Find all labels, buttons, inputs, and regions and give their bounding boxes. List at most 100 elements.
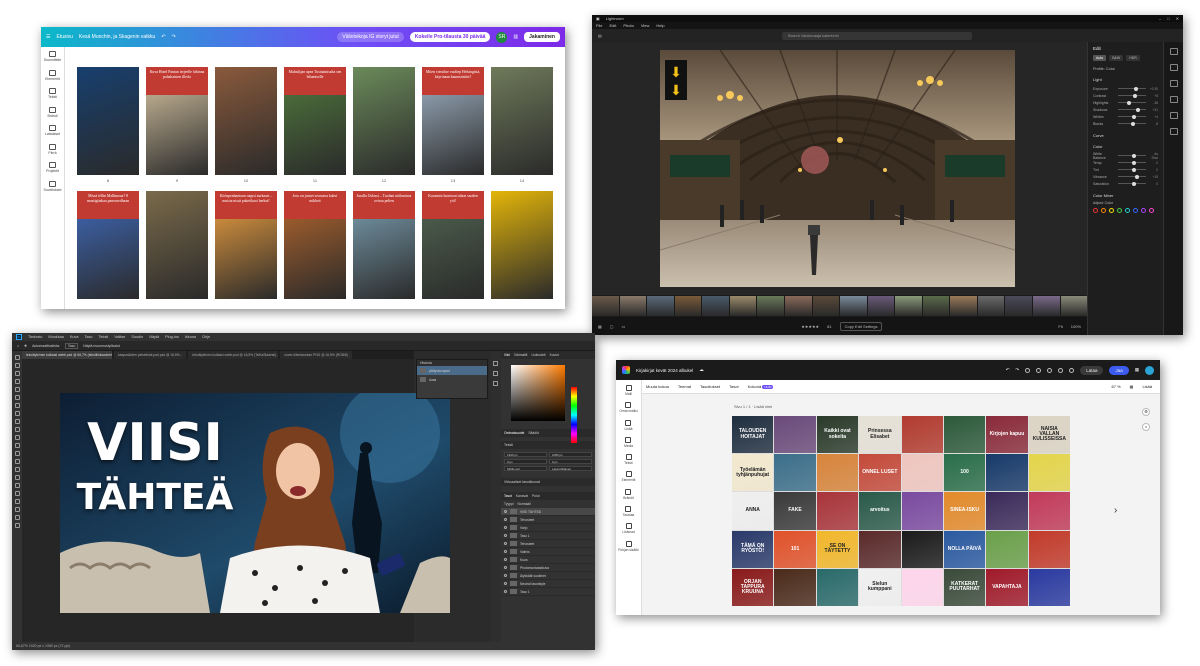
slider-knob[interactable] (1132, 167, 1136, 172)
light-section[interactable]: Light (1093, 77, 1158, 82)
book-cover[interactable]: ORJAN TAPPURA KRUUNA (732, 568, 774, 606)
page-thumbnail[interactable] (77, 67, 139, 175)
square-grid-icon[interactable]: ▢ (610, 324, 614, 329)
slider-knob[interactable] (1132, 153, 1136, 158)
move-tool-icon[interactable]: ✥ (24, 344, 27, 348)
tool-icon[interactable] (14, 523, 20, 528)
book-cover[interactable] (943, 416, 986, 454)
filmstrip-thumbnail[interactable] (729, 296, 757, 316)
sidebar-item[interactable]: Lisäosat (622, 523, 635, 534)
page-label[interactable]: Sivu 1 / 1 · Lisää nimi (734, 404, 772, 409)
tool-icon[interactable] (14, 499, 20, 504)
menu-help[interactable]: Help (656, 23, 664, 28)
filmstrip-thumbnail[interactable] (647, 296, 674, 316)
tool-icon[interactable] (14, 363, 20, 368)
book-cover[interactable]: NAISIA VALLAN KULISSEISSA (1028, 416, 1070, 454)
sidebar-item-brand[interactable]: Brändi (47, 106, 58, 119)
sidebar-item[interactable]: Omat mallisi (619, 402, 638, 413)
tab-properties[interactable]: Ominaisuudet (504, 431, 524, 435)
filmstrip-thumbnail[interactable] (1033, 296, 1060, 316)
tool-icon[interactable] (14, 459, 20, 464)
eye-icon[interactable] (504, 510, 507, 513)
menu-item[interactable]: Valitse (114, 335, 125, 339)
more-icon[interactable] (1069, 367, 1075, 373)
filmstrip-thumbnail[interactable] (619, 296, 647, 316)
book-cover[interactable]: SINEA-ISKU (943, 492, 986, 530)
book-cover[interactable]: 101 (774, 530, 816, 568)
maximize-icon[interactable]: □ (1167, 16, 1169, 21)
chart-icon[interactable]: ▥ (513, 34, 518, 40)
color-swatch[interactable] (1149, 208, 1154, 213)
layer-kind-filter[interactable]: Tyyppi (504, 502, 514, 506)
sidebar-item[interactable]: Media (624, 436, 633, 448)
design-page[interactable]: Köönpenhantaun raqusi aurkaasi – muista … (215, 191, 277, 306)
blend-mode-select[interactable]: Normaali (518, 502, 531, 506)
page-thumbnail[interactable]: Missä iéllin Mallimoaa? 8 mustigiinkaa p… (77, 191, 139, 299)
comment-icon[interactable] (1025, 367, 1031, 373)
eye-icon[interactable] (504, 534, 507, 537)
book-cover[interactable] (901, 492, 943, 530)
slider-track[interactable] (1118, 100, 1146, 105)
sidebar-item[interactable]: Malli (625, 385, 632, 396)
property-field[interactable]: Möllö-veri (504, 466, 547, 471)
eye-icon[interactable] (504, 542, 507, 545)
filmstrip-thumbnail[interactable] (702, 296, 729, 316)
design-page[interactable]: Miten vieralise vuoltep Helsingistä, käy… (422, 67, 484, 187)
tool-icon[interactable] (14, 387, 20, 392)
eye-icon[interactable] (504, 558, 507, 561)
tool-icon[interactable] (14, 451, 20, 456)
sidebar-item-uploads[interactable]: Lataukset (45, 125, 60, 137)
auto-select-dropdown[interactable]: Taso (64, 342, 79, 349)
adjustment-slider[interactable]: Whites +4 (1093, 113, 1158, 120)
book-cover[interactable]: NOLLA PÄIVÄ (943, 530, 986, 568)
tool-icon[interactable] (14, 427, 20, 432)
tab-adjustments[interactable]: Säädöt (528, 431, 538, 435)
document-tab[interactable]: kaapusilivien pelselistot-psd.psd @ 16,5… (114, 351, 187, 359)
book-cover[interactable] (1028, 454, 1070, 492)
design-page[interactable]: 14 (491, 67, 553, 187)
tool-icon[interactable] (14, 371, 20, 376)
layer-row[interactable]: Älykkäät suotimet (501, 572, 595, 580)
zoom-level[interactable]: 100% (1071, 324, 1081, 329)
eye-icon[interactable] (504, 590, 507, 593)
adjustment-slider[interactable]: Saturation 0 (1093, 180, 1158, 187)
crop-tool-icon[interactable] (1169, 64, 1178, 71)
tool-icon[interactable] (14, 483, 20, 488)
slider-track[interactable] (1118, 86, 1146, 91)
minimize-icon[interactable]: – (1159, 16, 1161, 21)
menu-photo[interactable]: Photo (623, 23, 633, 28)
themes-button[interactable]: Teemat (678, 384, 691, 389)
tab-channels[interactable]: Kanavat (516, 494, 528, 498)
book-cover[interactable] (774, 454, 816, 492)
design-page[interactable]: Juralla Oslossi – Tuolani näiluninoa ovi… (353, 191, 415, 306)
slider-knob[interactable] (1132, 181, 1136, 186)
layer-row[interactable]: Valmis (501, 548, 595, 556)
adjustment-slider[interactable]: Shadows +31 (1093, 106, 1158, 113)
book-cover[interactable]: FAKE (774, 492, 816, 530)
design-page[interactable]: Missä iéllin Mallimoaa? 8 mustigiinkaa p… (77, 191, 139, 306)
redo-icon[interactable]: ↷ (172, 34, 176, 40)
star-rating[interactable]: ★★★★★ (801, 324, 819, 329)
color-swatch[interactable] (1109, 208, 1114, 213)
adjustment-slider[interactable]: Vibrance +18 (1093, 173, 1158, 180)
gear-icon[interactable]: ⚙ (1142, 408, 1150, 416)
book-cover[interactable]: TÄMÄ ON RYÖSTÖ! (732, 530, 774, 568)
filmstrip-thumbnail[interactable] (674, 296, 702, 316)
page-thumbnail[interactable] (491, 67, 553, 175)
eye-icon[interactable] (504, 574, 507, 577)
book-cover[interactable] (986, 454, 1028, 492)
adjustment-slider[interactable]: Highlights -38 (1093, 99, 1158, 106)
book-cover[interactable]: Prinsessa Elisabet (859, 416, 901, 454)
layer-row[interactable]: Tehosteet (501, 540, 595, 548)
slider-track[interactable] (1118, 160, 1146, 165)
download-button[interactable]: Lataa (1080, 365, 1104, 375)
filmstrip-thumbnail[interactable] (784, 296, 812, 316)
layer-row[interactable]: Photomontaasikuva (501, 564, 595, 572)
book-cover[interactable] (901, 568, 943, 606)
sidebar-item-apps[interactable]: Sovellukset (44, 180, 61, 193)
menu-icon[interactable]: ☰ (46, 34, 50, 40)
book-cover[interactable] (1028, 492, 1070, 530)
slider-knob[interactable] (1133, 86, 1138, 91)
slider-track[interactable] (1118, 93, 1146, 98)
sidebar-item[interactable]: Lisää (625, 419, 632, 431)
